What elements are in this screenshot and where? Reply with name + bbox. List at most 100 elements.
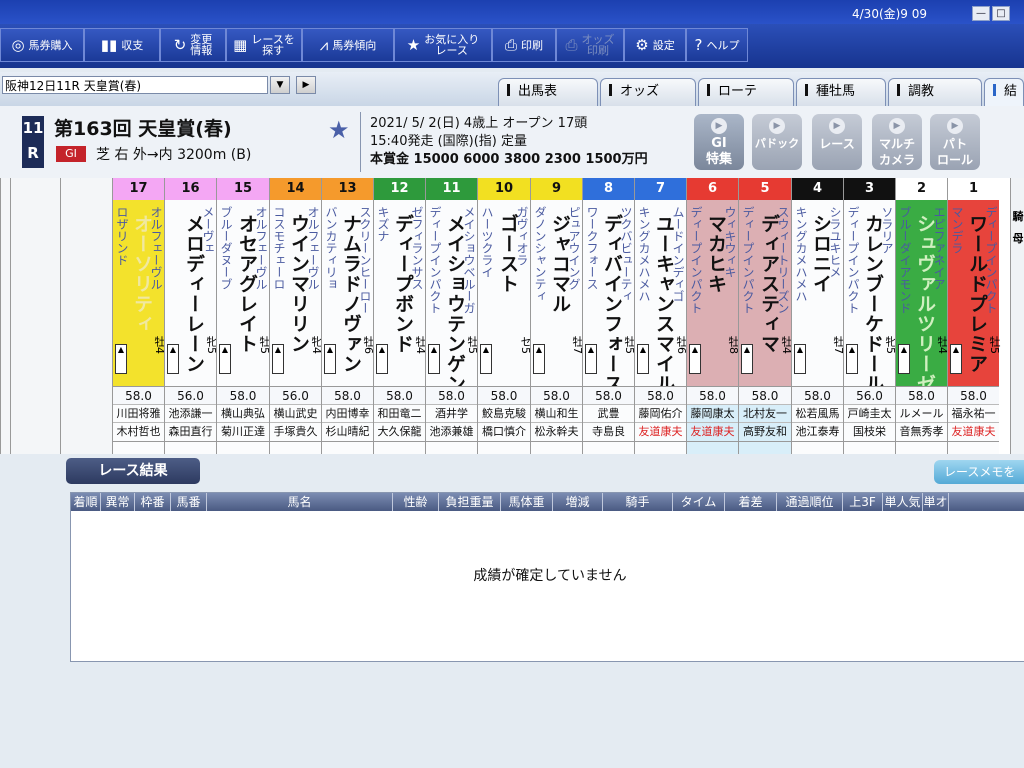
- race-select[interactable]: 阪神12日11R 天皇賞(春): [2, 76, 268, 94]
- horse-name[interactable]: オーソリティ: [129, 214, 156, 334]
- minimize-button[interactable]: —: [972, 6, 990, 21]
- race-results-header: レース結果: [66, 458, 200, 484]
- tab-marker-icon: [805, 84, 808, 96]
- results-column-header[interactable]: 異常: [101, 493, 135, 511]
- horse-column[interactable]: 1 ディープインパクト ワールドプレミア マンデラ ▲ 牡5 58.0 福永祐一 友道康夫: [947, 178, 1001, 454]
- horse-name[interactable]: シュヴァルツリーゼ: [912, 214, 939, 394]
- horse-column[interactable]: 13 スクリーンヒーロー ナムラドノヴァン バンカティリョ ▲ 牡6 58.0 内田博幸 杉山晴…: [321, 178, 375, 454]
- horse-column[interactable]: 6 ウィキウィキ マカヒキ ディープインパクト ▲ 牡8 58.0 藤岡康太 友道康夫: [686, 178, 740, 454]
- tab-marker-icon: [897, 84, 900, 96]
- results-column-header[interactable]: 着差: [725, 493, 777, 511]
- gi-feature-button[interactable]: ▶ GI 特集: [694, 114, 744, 170]
- race-memo-button[interactable]: レースメモを: [934, 460, 1024, 484]
- horse-name[interactable]: シロニイ: [808, 214, 835, 294]
- results-column-header[interactable]: 性齢: [393, 493, 439, 511]
- results-column-header[interactable]: 上3F: [843, 493, 883, 511]
- horse-name[interactable]: ディバインフォース: [599, 214, 626, 394]
- horse-column[interactable]: 17 オルフェーヴル オーソリティ ロザリンド ▲ 牡4 58.0 川田将雅 木村哲也: [112, 178, 166, 454]
- results-column-header[interactable]: 負担重量: [439, 493, 501, 511]
- horse-number: 13: [322, 178, 373, 200]
- horse-name[interactable]: ジャコマル: [547, 214, 574, 314]
- horse-column[interactable]: 14 オルフェーヴル ウインマリリン コスモチェーロ ▲ 牝4 56.0 横山武史 手塚貴久: [269, 178, 323, 454]
- multi-camera-button[interactable]: ▶ マルチ カメラ: [872, 114, 922, 170]
- settings-button[interactable]: ⚙ 設定: [624, 28, 686, 62]
- tab-rotation[interactable]: ローテ: [698, 78, 794, 106]
- results-column-header[interactable]: 枠番: [135, 493, 171, 511]
- balance-button[interactable]: ▮▮ 収支: [84, 28, 160, 62]
- horse-column[interactable]: 7 ムードインディゴ ユーキャンスマイル キングカメハメハ ▲ 牡6 58.0 藤岡佑介 友道康…: [634, 178, 688, 454]
- changes-info-button[interactable]: ↻ 変更 情報: [160, 28, 226, 62]
- odds-print-button[interactable]: ⎙ オッズ 印刷: [556, 28, 624, 62]
- tab-sire[interactable]: 種牡馬: [796, 78, 886, 106]
- race-number: 11: [22, 119, 44, 137]
- horse-name[interactable]: メイショウテンゲン: [442, 214, 469, 394]
- toolbar: ◎ 馬券購入 ▮▮ 収支 ↻ 変更 情報 ▦ レースを 探す ⩘ 馬券傾向 ★ …: [0, 24, 1024, 68]
- horse-name[interactable]: ディープボンド: [390, 214, 417, 354]
- changes-info-label: 変更 情報: [190, 33, 213, 57]
- dropdown-button[interactable]: ▼: [270, 76, 290, 94]
- gi-feature-label: GI 特集: [705, 136, 732, 167]
- dam-name: キングカメハメハ: [794, 206, 808, 302]
- help-button[interactable]: ? ヘルプ: [686, 28, 748, 62]
- results-column-header[interactable]: 馬名: [207, 493, 393, 511]
- horse-column[interactable]: 3 ソラリア カレンブーケドール ディープインパクト ▲ 牝5 56.0 戸崎圭太 国枝栄: [843, 178, 897, 454]
- betting-trend-button[interactable]: ⩘ 馬券傾向: [302, 28, 394, 62]
- horse-name[interactable]: オセアグレイト: [234, 214, 261, 354]
- buy-ticket-button[interactable]: ◎ 馬券購入: [0, 28, 84, 62]
- trainer-name: 友道康夫: [948, 422, 999, 442]
- jockey-name: 鮫島克駿: [478, 404, 530, 423]
- results-column-header[interactable]: 馬番: [171, 493, 207, 511]
- blinker-mark-icon: ▲: [480, 344, 492, 374]
- jockey-name: 横山和生: [531, 404, 582, 423]
- dam-name: ロザリンド: [115, 206, 129, 266]
- tab-training[interactable]: 調教: [888, 78, 982, 106]
- results-column-header[interactable]: 通過順位: [777, 493, 843, 511]
- play-icon: ▶: [769, 118, 785, 134]
- next-race-button[interactable]: ▶: [296, 76, 316, 94]
- print-button[interactable]: ⎙ 印刷: [492, 28, 556, 62]
- maximize-button[interactable]: □: [992, 6, 1010, 21]
- horse-column[interactable]: 12 ゼフィランサス ディープボンド キズナ ▲ 牡4 58.0 和田竜二 大久保龍: [373, 178, 427, 454]
- results-column-header[interactable]: 着順: [71, 493, 101, 511]
- dam-name: ブルーダイアモンド: [898, 206, 912, 314]
- horse-name[interactable]: ディアスティマ: [756, 214, 783, 354]
- trainer-name: 手塚貴久: [270, 422, 321, 442]
- horse-column[interactable]: 2 エピファネイア シュヴァルツリーゼ ブルーダイアモンド ▲ 牡4 58.0 ルメール 音無秀…: [895, 178, 949, 454]
- dam-name: バンカティリョ: [324, 206, 338, 290]
- race-video-button[interactable]: ▶ レース: [812, 114, 862, 170]
- jockey-name: 松若風馬: [792, 404, 843, 423]
- horse-column[interactable]: 5 スウィートリーズン ディアスティマ ディープインパクト ▲ 牡4 58.0 北村友一 高野友…: [738, 178, 793, 454]
- horse-entry-table: 17 オルフェーヴル オーソリティ ロザリンド ▲ 牡4 58.0 川田将雅 木村哲也 16 メーヴ…: [0, 178, 1024, 454]
- horse-column[interactable]: 9 ピュアウイング ジャコマル ダノンシャンティ ▲ 牡7 58.0 横山和生 松永幹夫: [530, 178, 584, 454]
- horse-column[interactable]: 8 ツクバビューティ ディバインフォース ワークフォース ▲ 牡5 58.0 武豊 寺島良: [582, 178, 636, 454]
- tab-marker-icon: [507, 84, 510, 96]
- results-column-header[interactable]: 馬体重: [501, 493, 553, 511]
- horse-name[interactable]: マカヒキ: [703, 214, 730, 294]
- jockey-name: 和田竜二: [374, 404, 425, 423]
- horse-name[interactable]: ウインマリリン: [286, 214, 313, 354]
- results-column-header[interactable]: 単人気: [883, 493, 923, 511]
- tab-entries[interactable]: 出馬表: [498, 78, 598, 106]
- patrol-button[interactable]: ▶ パト ロール: [930, 114, 980, 170]
- find-race-button[interactable]: ▦ レースを 探す: [226, 28, 302, 62]
- results-column-header[interactable]: タイム: [673, 493, 725, 511]
- horse-column[interactable]: 10 ガヴィオラ ゴースト ハーツクライ ▲ セ5 58.0 鮫島克駿 橋口慎介: [477, 178, 532, 454]
- tab-odds[interactable]: オッズ: [600, 78, 696, 106]
- horse-number: 1: [948, 178, 999, 200]
- tab-results[interactable]: 結: [984, 78, 1024, 106]
- favorite-races-button[interactable]: ★ お気に入り レース: [394, 28, 492, 62]
- horse-column[interactable]: 11 メイショウベルーガ メイショウテンゲン ディープインパクト ▲ 牡5 58.0 酒井学池…: [425, 178, 479, 454]
- results-column-header[interactable]: 増減: [553, 493, 603, 511]
- results-column-header[interactable]: 騎手: [603, 493, 673, 511]
- jockey-name: 武豊: [583, 404, 634, 423]
- trainer-name: 高野友和: [739, 422, 791, 442]
- horse-name[interactable]: ユーキャンスマイル: [651, 214, 678, 394]
- horse-name[interactable]: ゴースト: [495, 214, 522, 294]
- horse-column[interactable]: 4 シラユキヒメ シロニイ キングカメハメハ ▲ 牡7 58.0 松若風馬 池江泰寿: [791, 178, 845, 454]
- favorite-star-icon[interactable]: ★: [328, 116, 350, 144]
- paddock-button[interactable]: ▶ パドック: [752, 114, 802, 170]
- horse-column[interactable]: 15 オルフェーヴル オセアグレイト ブルーダヌーブ ▲ 牡5 58.0 横山典弘 菊川正達: [216, 178, 271, 454]
- horse-column[interactable]: 16 メーヴェ メロディーレーン ▲ 牝5 56.0 池添謙一 森田直行: [164, 178, 218, 454]
- results-column-header[interactable]: 単オ: [923, 493, 949, 511]
- horse-name[interactable]: カレンブーケドール: [860, 214, 887, 394]
